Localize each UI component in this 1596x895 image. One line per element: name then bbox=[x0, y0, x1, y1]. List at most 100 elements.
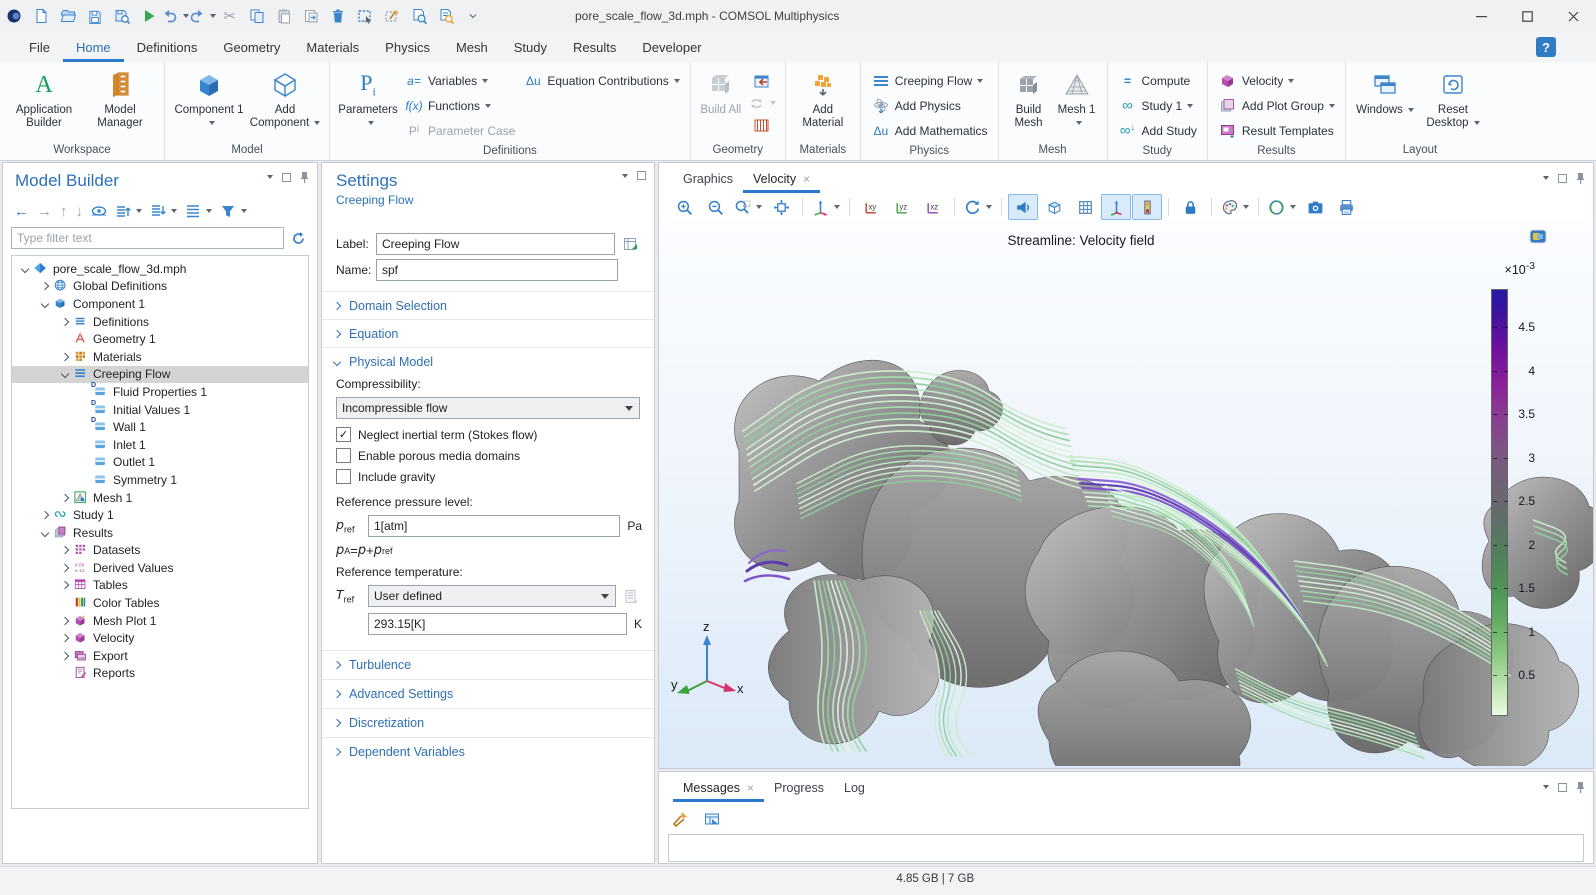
tree-expander-icon[interactable] bbox=[58, 635, 72, 641]
run-button[interactable] bbox=[135, 3, 162, 29]
tree-expander-icon[interactable] bbox=[58, 354, 72, 360]
section-discretization[interactable]: Discretization bbox=[322, 708, 654, 736]
tree-item-export[interactable]: csvExport bbox=[12, 647, 308, 665]
expand-down-button[interactable] bbox=[147, 200, 180, 222]
pin-panel-icon[interactable] bbox=[300, 171, 309, 183]
pin-panel-icon[interactable] bbox=[1576, 781, 1585, 793]
ribbon-tab-file[interactable]: File bbox=[16, 32, 63, 62]
tree-item-study-1[interactable]: Study 1 bbox=[12, 506, 308, 524]
tree-expander-icon[interactable] bbox=[38, 512, 52, 518]
show-axis-button[interactable] bbox=[1101, 194, 1131, 220]
undo-button[interactable] bbox=[162, 3, 189, 29]
graphics-tab-graphics[interactable]: Graphics bbox=[673, 164, 743, 193]
refresh-filter-icon[interactable] bbox=[288, 227, 309, 249]
ribbon-tab-materials[interactable]: Materials bbox=[293, 32, 372, 62]
delete-button[interactable] bbox=[324, 3, 351, 29]
move-up-button[interactable]: ↑ bbox=[57, 200, 71, 222]
tree-expander-icon[interactable] bbox=[18, 266, 32, 272]
ribbon-tab-physics[interactable]: Physics bbox=[372, 32, 443, 62]
tree-item-outlet-1[interactable]: Outlet 1 bbox=[12, 454, 308, 472]
rebuild-button[interactable] bbox=[745, 92, 779, 114]
pin-panel-icon[interactable] bbox=[1576, 172, 1585, 184]
lock-button[interactable] bbox=[1175, 194, 1205, 220]
tree-expander-icon[interactable] bbox=[58, 371, 72, 377]
tree-item-pore-scale-flow-3d-mph[interactable]: pore_scale_flow_3d.mph bbox=[12, 260, 308, 278]
virtual-operations-button[interactable] bbox=[745, 114, 779, 136]
tree-expander-icon[interactable] bbox=[58, 653, 72, 659]
velocity-plot-button[interactable]: Velocity bbox=[1214, 68, 1339, 93]
ribbon-tab-definitions[interactable]: Definitions bbox=[124, 32, 211, 62]
tree-expander-icon[interactable] bbox=[58, 495, 72, 501]
select-box-button[interactable] bbox=[351, 3, 378, 29]
result-templates-button[interactable]: Result Templates bbox=[1214, 118, 1339, 143]
parameters-button[interactable]: Pi Parameters bbox=[336, 66, 400, 130]
ribbon-tab-developer[interactable]: Developer bbox=[629, 32, 714, 62]
environment-caret-icon[interactable] bbox=[1290, 205, 1296, 209]
messages-tab-progress[interactable]: Progress bbox=[764, 773, 834, 802]
tree-item-inlet-1[interactable]: Inlet 1 bbox=[12, 436, 308, 454]
compressibility-dropdown[interactable]: Incompressible flow bbox=[336, 397, 640, 419]
tree-item-mesh-plot-1[interactable]: Mesh Plot 1 bbox=[12, 612, 308, 630]
rotate-caret-icon[interactable] bbox=[986, 205, 992, 209]
clear-messages-icon[interactable] bbox=[669, 808, 691, 830]
zoom-out-button[interactable] bbox=[700, 194, 730, 220]
messages-tab-messages[interactable]: Messages× bbox=[673, 773, 764, 802]
compute-button[interactable]: =Compute bbox=[1114, 68, 1201, 93]
find-button[interactable] bbox=[405, 3, 432, 29]
minimize-button[interactable] bbox=[1458, 0, 1504, 32]
tree-item-geometry-1[interactable]: Geometry 1 bbox=[12, 330, 308, 348]
tree-item-tables[interactable]: Tables bbox=[12, 577, 308, 595]
reset-desktop-button[interactable]: Reset Desktop bbox=[1418, 66, 1488, 130]
view-xy-button[interactable]: xy bbox=[856, 194, 886, 220]
collapse-all-caret-icon[interactable] bbox=[206, 209, 212, 213]
panel-menu-icon[interactable] bbox=[1543, 785, 1549, 789]
functions-button[interactable]: f(x)Functions bbox=[400, 93, 519, 118]
save-button[interactable] bbox=[81, 3, 108, 29]
tree-item-initial-values-1[interactable]: DInitial Values 1 bbox=[12, 401, 308, 419]
ribbon-tab-home[interactable]: Home bbox=[63, 32, 124, 62]
tree-expander-icon[interactable] bbox=[38, 530, 52, 536]
variables-button[interactable]: a=Variables bbox=[400, 68, 519, 93]
model-manager-button[interactable]: Model Manager bbox=[82, 66, 158, 130]
graphics-canvas[interactable]: Streamline: Velocity field ×10-3 4.543.5… bbox=[659, 221, 1593, 768]
ribbon-tab-geometry[interactable]: Geometry bbox=[210, 32, 293, 62]
save-search-button[interactable] bbox=[108, 3, 135, 29]
rotate-button[interactable] bbox=[961, 194, 995, 220]
tree-item-reports[interactable]: Reports bbox=[12, 665, 308, 683]
tree-item-global-definitions[interactable]: Global Definitions bbox=[12, 278, 308, 296]
close-button[interactable] bbox=[1550, 0, 1596, 32]
tree-item-datasets[interactable]: Datasets bbox=[12, 542, 308, 560]
tree-expander-icon[interactable] bbox=[58, 547, 72, 553]
label-field-input[interactable]: Creeping Flow bbox=[376, 233, 615, 255]
tref-input[interactable]: 293.15[K] bbox=[368, 613, 627, 635]
tree-item-materials[interactable]: Materials bbox=[12, 348, 308, 366]
new-file-button[interactable] bbox=[27, 3, 54, 29]
add-study-button[interactable]: ∞↓Add Study bbox=[1114, 118, 1201, 143]
ribbon-tab-mesh[interactable]: Mesh bbox=[443, 32, 501, 62]
add-material-button[interactable]: Add Material bbox=[792, 66, 854, 130]
open-messages-window-icon[interactable] bbox=[701, 808, 723, 830]
color-palette-button[interactable] bbox=[1218, 194, 1252, 220]
help-button[interactable]: ? bbox=[1536, 37, 1556, 57]
nav-forward-button[interactable]: → bbox=[34, 200, 55, 222]
section-physical-model[interactable]: Physical Model bbox=[322, 347, 654, 375]
graphics-context-icon[interactable] bbox=[1529, 229, 1547, 244]
duplicate-button[interactable] bbox=[297, 3, 324, 29]
tree-item-definitions[interactable]: Definitions bbox=[12, 313, 308, 331]
tree-item-creeping-flow[interactable]: Creeping Flow bbox=[12, 366, 308, 384]
checkbox-checked[interactable]: ✓ bbox=[336, 427, 351, 442]
tree-expander-icon[interactable] bbox=[58, 582, 72, 588]
physics-interface-button[interactable]: Creeping Flow bbox=[867, 68, 992, 93]
color-palette-caret-icon[interactable] bbox=[1243, 205, 1249, 209]
tree-expander-icon[interactable] bbox=[38, 283, 52, 289]
filter-input[interactable] bbox=[11, 227, 284, 249]
import-geometry-button[interactable] bbox=[745, 70, 779, 92]
expand-up-caret-icon[interactable] bbox=[136, 209, 142, 213]
expand-down-caret-icon[interactable] bbox=[171, 209, 177, 213]
rename-button[interactable] bbox=[620, 233, 642, 255]
build-all-button[interactable]: Build All bbox=[697, 66, 745, 117]
tree-item-component-1[interactable]: Component 1 bbox=[12, 295, 308, 313]
search-doc-button[interactable] bbox=[432, 3, 459, 29]
wireframe-grid-button[interactable] bbox=[1070, 194, 1100, 220]
section-advanced-settings[interactable]: Advanced Settings bbox=[322, 679, 654, 707]
